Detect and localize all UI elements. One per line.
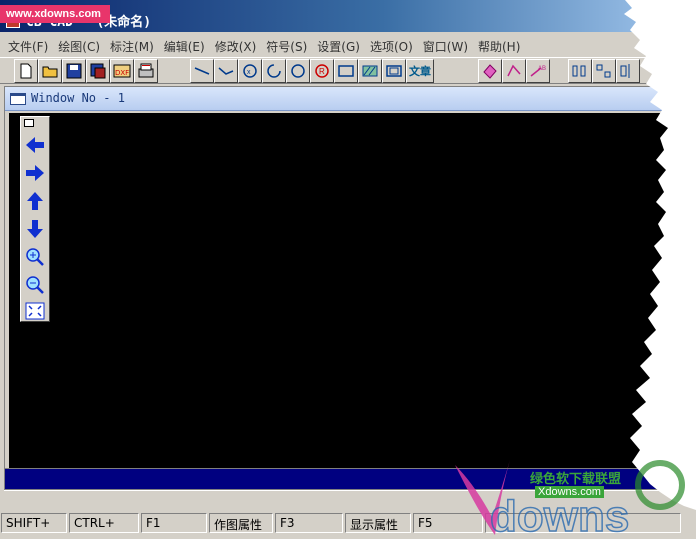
rectangle-button[interactable] bbox=[334, 59, 358, 83]
toolbar-draw-group: x R 文章 bbox=[190, 59, 434, 83]
dimension-button[interactable]: AB bbox=[526, 59, 550, 83]
align-icon bbox=[572, 65, 586, 77]
zoom-out-icon bbox=[26, 276, 44, 294]
status-extra bbox=[485, 513, 681, 533]
zoom-out-button[interactable] bbox=[23, 273, 47, 297]
menu-settings[interactable]: 设置(G) bbox=[313, 36, 366, 56]
zoom-in-button[interactable] bbox=[23, 245, 47, 269]
dxf-button[interactable]: DXF bbox=[110, 59, 134, 83]
trim-button[interactable] bbox=[502, 59, 526, 83]
menu-symbol[interactable]: 符号(S) bbox=[262, 36, 313, 56]
frame-button[interactable] bbox=[382, 59, 406, 83]
drawing-window-titlebar[interactable]: Window No - 1 bbox=[5, 87, 695, 111]
status-f5: F5 bbox=[413, 513, 483, 533]
watermark-text-cn: 绿色软下载联盟 bbox=[530, 472, 622, 487]
polyline-button[interactable] bbox=[214, 59, 238, 83]
pan-down-button[interactable] bbox=[23, 217, 47, 241]
status-bar: SHIFT+ CTRL+ F1 作图属性 F3 显示属性 F5 bbox=[0, 511, 696, 535]
mirror-icon bbox=[620, 64, 630, 78]
pan-up-button[interactable] bbox=[23, 189, 47, 213]
arc-icon bbox=[267, 64, 281, 78]
palette-header[interactable] bbox=[21, 117, 49, 129]
status-draw-props: 作图属性 bbox=[209, 513, 273, 533]
app-window: CB-CAD - (未命名) 文件(F) 绘图(C) 标注(M) 编辑(E) 修… bbox=[0, 0, 696, 539]
save-icon bbox=[66, 63, 82, 79]
open-folder-icon bbox=[42, 66, 58, 78]
new-file-button[interactable] bbox=[14, 59, 38, 83]
save-as-button[interactable] bbox=[86, 59, 110, 83]
erase-button[interactable] bbox=[478, 59, 502, 83]
fit-window-button[interactable] bbox=[23, 299, 47, 323]
arc-button[interactable] bbox=[262, 59, 286, 83]
line-button[interactable] bbox=[190, 59, 214, 83]
print-button[interactable] bbox=[134, 59, 158, 83]
toolbar-symbol-group: AB bbox=[478, 59, 550, 83]
menu-edit[interactable]: 编辑(E) bbox=[160, 36, 211, 56]
hatch-button[interactable] bbox=[358, 59, 382, 83]
circle-icon: x bbox=[243, 64, 257, 78]
toolbar-file-group: DXF bbox=[14, 59, 158, 83]
menu-file[interactable]: 文件(F) bbox=[4, 36, 54, 56]
distribute-button[interactable] bbox=[592, 59, 616, 83]
polyline-icon bbox=[218, 67, 234, 75]
menu-help[interactable]: 帮助(H) bbox=[474, 36, 526, 56]
print-icon bbox=[138, 63, 154, 78]
status-f1: F1 bbox=[141, 513, 207, 533]
new-file-icon bbox=[20, 63, 32, 79]
rectangle-icon bbox=[338, 65, 354, 77]
mirror-button[interactable] bbox=[616, 59, 640, 83]
arrow-right-icon bbox=[26, 165, 44, 181]
svg-text:DXF: DXF bbox=[115, 69, 129, 77]
drawing-canvas[interactable] bbox=[9, 113, 696, 468]
frame-icon bbox=[386, 65, 402, 77]
radius-icon: R bbox=[315, 64, 329, 78]
distribute-icon bbox=[596, 64, 611, 78]
status-ctrl: CTRL+ bbox=[69, 513, 139, 533]
watermark-url: www.xdowns.com bbox=[0, 5, 110, 23]
menu-dimension[interactable]: 标注(M) bbox=[106, 36, 160, 56]
menu-options[interactable]: 选项(O) bbox=[366, 36, 419, 56]
save-as-icon bbox=[90, 63, 106, 79]
svg-text:AB: AB bbox=[538, 66, 546, 72]
arrow-left-icon bbox=[26, 137, 44, 153]
fit-window-icon bbox=[25, 302, 45, 320]
trim-icon bbox=[507, 64, 521, 77]
arrow-down-icon bbox=[27, 220, 43, 238]
circle-center-button[interactable]: x bbox=[238, 59, 262, 83]
status-display-props: 显示属性 bbox=[345, 513, 411, 533]
arrow-up-icon bbox=[27, 192, 43, 210]
circle-button[interactable] bbox=[286, 59, 310, 83]
dxf-icon: DXF bbox=[113, 64, 131, 78]
navigation-palette bbox=[20, 116, 50, 322]
watermark-text-en: Xdowns.com bbox=[535, 486, 604, 498]
drawing-window-title: Window No - 1 bbox=[31, 91, 125, 105]
toolbar-view-group bbox=[568, 59, 640, 83]
status-f3: F3 bbox=[275, 513, 343, 533]
radius-button[interactable]: R bbox=[310, 59, 334, 83]
zoom-in-icon bbox=[26, 248, 44, 266]
text-button[interactable]: 文章 bbox=[406, 59, 434, 83]
menu-modify[interactable]: 修改(X) bbox=[211, 36, 263, 56]
hatch-icon bbox=[362, 65, 378, 77]
pan-right-button[interactable] bbox=[23, 161, 47, 185]
status-shift: SHIFT+ bbox=[1, 513, 67, 533]
menu-draw[interactable]: 绘图(C) bbox=[54, 36, 106, 56]
circle-3p-icon bbox=[291, 64, 305, 78]
drawing-window: Window No - 1 bbox=[4, 86, 696, 471]
palette-close-button[interactable] bbox=[24, 119, 34, 127]
save-button[interactable] bbox=[62, 59, 86, 83]
dimension-icon: AB bbox=[530, 66, 546, 77]
pan-left-button[interactable] bbox=[23, 133, 47, 157]
menu-bar: 文件(F) 绘图(C) 标注(M) 编辑(E) 修改(X) 符号(S) 设置(G… bbox=[0, 36, 696, 56]
eraser-icon bbox=[483, 64, 497, 79]
toolbar: DXF x R 文章 AB bbox=[0, 57, 696, 84]
open-file-button[interactable] bbox=[38, 59, 62, 83]
line-icon bbox=[194, 67, 210, 75]
menu-window[interactable]: 窗口(W) bbox=[419, 36, 474, 56]
window-icon bbox=[10, 93, 26, 105]
svg-text:R: R bbox=[319, 67, 325, 76]
svg-text:x: x bbox=[247, 69, 251, 76]
align-left-button[interactable] bbox=[568, 59, 592, 83]
